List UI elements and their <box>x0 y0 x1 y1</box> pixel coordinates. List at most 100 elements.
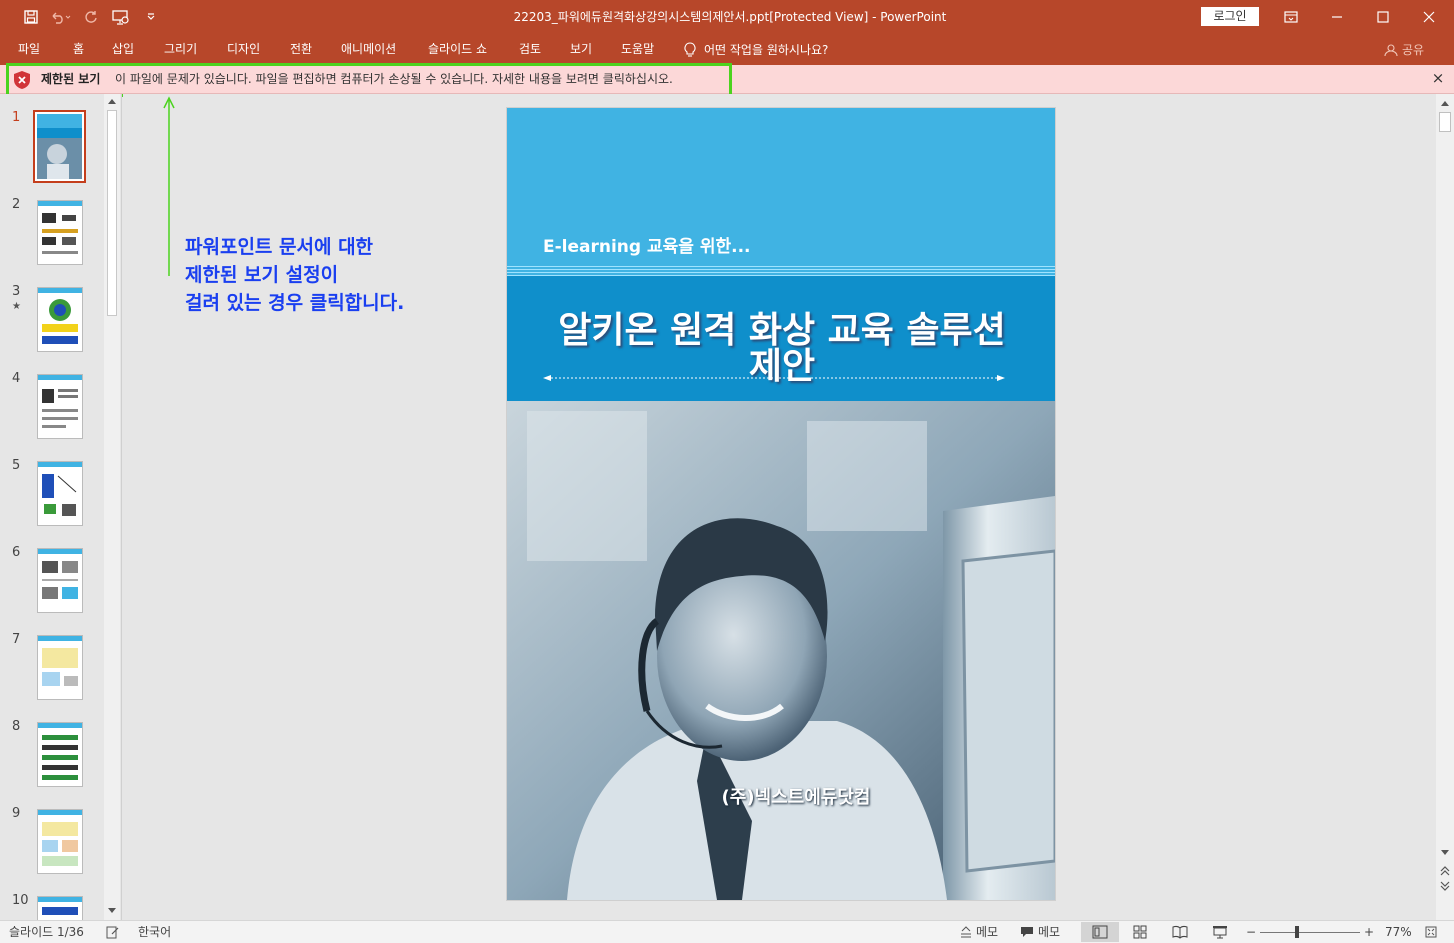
tab-help[interactable]: 도움말 <box>621 34 654 65</box>
slideshow-view-button[interactable] <box>1201 922 1239 942</box>
login-button[interactable]: 로그인 <box>1201 7 1259 26</box>
minimize-button[interactable] <box>1314 0 1360 34</box>
scroll-up-icon[interactable] <box>1441 100 1449 106</box>
slide-thumbnail-8[interactable] <box>37 722 83 787</box>
comments-button[interactable]: 메모 <box>1020 921 1060 943</box>
current-slide[interactable]: E-learning 교육을 위한... 알키온 원격 화상 교육 솔루션 제안… <box>507 108 1055 900</box>
thumbnail-preview <box>38 810 82 866</box>
spell-check-button[interactable] <box>106 921 120 943</box>
ribbon-display-icon <box>1284 11 1298 23</box>
thumbnail-number: 5 <box>12 458 21 473</box>
tab-draw[interactable]: 그리기 <box>164 34 197 65</box>
tab-file[interactable]: 파일 <box>18 34 40 65</box>
customize-qat-button[interactable] <box>138 6 164 28</box>
scroll-up-icon[interactable] <box>108 98 116 104</box>
notes-button[interactable]: 메모 <box>960 921 998 943</box>
slide-thumbnail-1[interactable] <box>33 110 86 183</box>
thumbnail-preview <box>38 897 82 915</box>
thumbnail-preview <box>38 636 82 686</box>
thumbnail-number: 4 <box>12 371 21 386</box>
save-icon <box>24 10 38 24</box>
share-button[interactable]: 공유 <box>1384 34 1424 65</box>
tab-slideshow[interactable]: 슬라이드 쇼 <box>428 34 487 65</box>
thumbnail-number: 2 <box>12 197 21 212</box>
notes-label: 메모 <box>976 925 999 939</box>
language-indicator[interactable]: 한국어 <box>138 921 171 943</box>
thumbnail-number: 7 <box>12 632 21 647</box>
save-button[interactable] <box>18 6 44 28</box>
slide-thumbnail-5[interactable] <box>37 461 83 526</box>
scroll-down-icon[interactable] <box>108 908 116 914</box>
next-slide-icon[interactable] <box>1440 881 1450 891</box>
annotation-line: 걸려 있는 경우 클릭합니다. <box>185 292 405 314</box>
thumbnail-scroll-thumb[interactable] <box>107 110 117 316</box>
slide-thumbnail-4[interactable] <box>37 374 83 439</box>
slide-thumbnail-3[interactable] <box>37 287 83 352</box>
annotation-highlight-box <box>6 63 732 97</box>
scroll-down-icon[interactable] <box>1441 850 1449 856</box>
thumbnail-number: 10 <box>12 893 29 908</box>
slide-thumbnail-6[interactable] <box>37 548 83 613</box>
fit-slide-button[interactable] <box>1425 921 1437 943</box>
editor-scroll-thumb[interactable] <box>1439 112 1451 132</box>
person-icon <box>1384 43 1398 56</box>
slide-subtitle: E-learning 교육을 위한... <box>543 237 751 257</box>
tab-transitions[interactable]: 전환 <box>290 34 312 65</box>
tab-animations[interactable]: 애니메이션 <box>341 34 396 65</box>
projector-icon <box>1213 926 1227 939</box>
thumbnail-scrollbar[interactable] <box>104 94 120 920</box>
redo-button[interactable] <box>78 6 104 28</box>
zoom-slider-track[interactable] <box>1260 932 1360 933</box>
zoom-in-button[interactable]: + <box>1364 921 1374 943</box>
thumbnail-preview <box>38 288 82 344</box>
thumbnail-preview <box>38 375 82 428</box>
undo-icon <box>52 12 71 24</box>
proofing-icon <box>106 926 119 939</box>
normal-view-button[interactable] <box>1081 922 1119 942</box>
tell-me-search[interactable]: 어떤 작업을 원하시나요? <box>684 34 828 65</box>
tab-insert[interactable]: 삽입 <box>112 34 134 65</box>
notes-icon <box>961 926 971 938</box>
slide-company-name: (주)넥스트에듀닷컴 <box>721 787 871 808</box>
presenter-photo <box>507 401 1055 900</box>
comments-label: 메모 <box>1038 925 1061 939</box>
tab-home[interactable]: 홈 <box>73 34 84 65</box>
protected-view-close-button[interactable]: × <box>1430 70 1446 86</box>
undo-button[interactable] <box>48 6 74 28</box>
close-window-button[interactable] <box>1406 0 1452 34</box>
previous-slide-icon[interactable] <box>1440 866 1450 876</box>
thumbnail-preview <box>38 723 82 780</box>
ribbon-display-options-button[interactable] <box>1268 0 1314 34</box>
thumbnail-preview <box>38 201 82 254</box>
tab-design[interactable]: 디자인 <box>227 34 260 65</box>
thumbnail-number: 8 <box>12 719 21 734</box>
zoom-slider-handle[interactable] <box>1295 926 1299 938</box>
thumbnail-number: 6 <box>12 545 21 560</box>
slideshow-from-start-button[interactable] <box>108 6 134 28</box>
status-bar: 슬라이드 1/36 한국어 메모 메모 − + 77% <box>0 920 1454 943</box>
slide-thumbnail-10[interactable] <box>37 896 83 920</box>
normal-view-icon <box>1092 925 1108 939</box>
thumbnail-number: 9 <box>12 806 21 821</box>
zoom-level[interactable]: 77% <box>1385 921 1412 943</box>
annotation-line: 파워포인트 문서에 대한 <box>185 236 374 258</box>
tab-view[interactable]: 보기 <box>570 34 592 65</box>
thumbnail-number: 3 <box>12 284 21 299</box>
zoom-out-button[interactable]: − <box>1246 921 1256 943</box>
slide-thumbnail-9[interactable] <box>37 809 83 874</box>
slide-thumbnail-2[interactable] <box>37 200 83 265</box>
editor-scrollbar[interactable] <box>1436 94 1454 920</box>
minimize-icon <box>1332 16 1342 18</box>
quick-access-toolbar <box>18 6 164 28</box>
grid-icon <box>1133 925 1147 939</box>
slide-thumbnail-7[interactable] <box>37 635 83 700</box>
book-icon <box>1172 925 1188 939</box>
reading-view-button[interactable] <box>1161 922 1199 942</box>
tab-review[interactable]: 검토 <box>519 34 541 65</box>
thumbnail-preview <box>37 114 82 179</box>
comment-icon <box>1021 927 1033 937</box>
maximize-button[interactable] <box>1360 0 1406 34</box>
slide-sorter-view-button[interactable] <box>1121 922 1159 942</box>
redo-icon <box>85 11 97 23</box>
slide-counter: 슬라이드 1/36 <box>9 925 84 939</box>
